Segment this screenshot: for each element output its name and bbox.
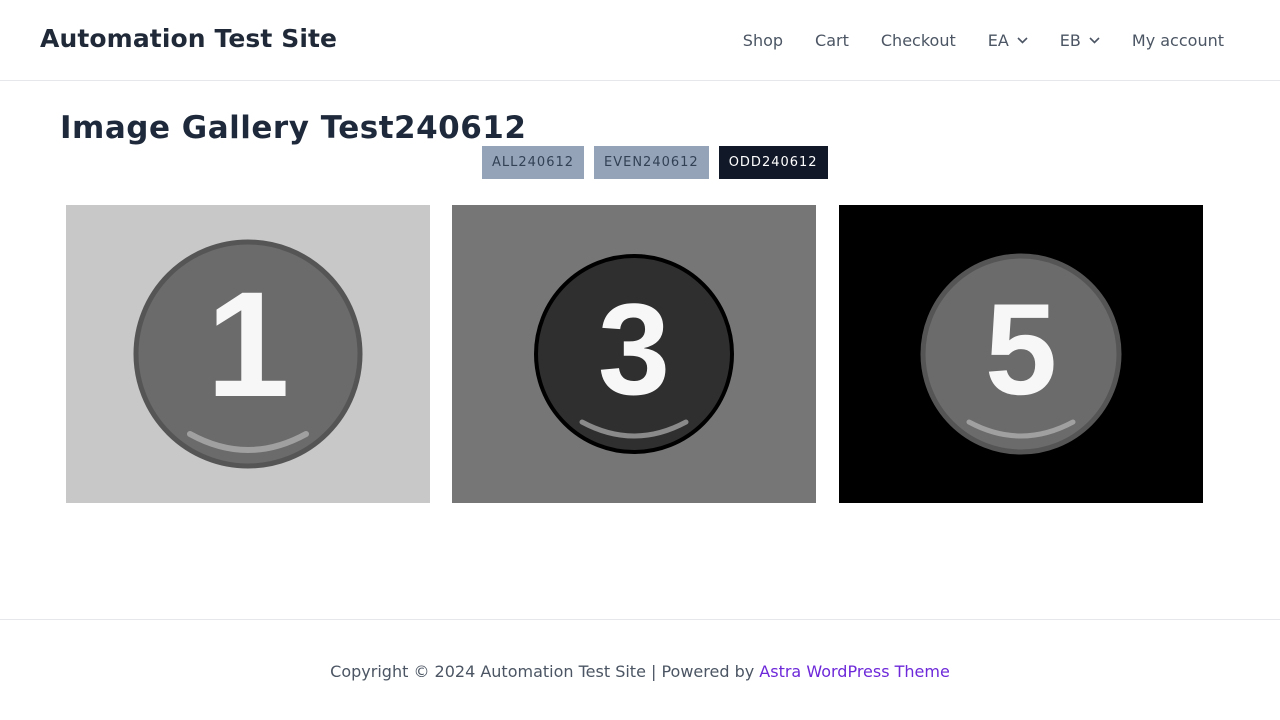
gallery-image-3[interactable]: 3 — [452, 205, 816, 503]
gallery-image-5[interactable]: 5 — [839, 205, 1203, 503]
nav-item-cart[interactable]: Cart — [799, 0, 865, 80]
number-circle-image: 1 — [133, 239, 363, 469]
site-header: Automation Test Site Shop Cart Checkout … — [0, 0, 1280, 81]
copyright-label: Copyright © 2024 Automation Test Site | … — [330, 662, 760, 681]
nav-item-label: EB — [1059, 30, 1081, 50]
nav-item-ea[interactable]: EA — [972, 0, 1044, 80]
chevron-down-icon — [1017, 36, 1028, 44]
astra-theme-link[interactable]: Astra WordPress Theme — [759, 662, 950, 681]
filter-all-button[interactable]: ALL240612 — [482, 146, 585, 179]
nav-item-my-account[interactable]: My account — [1116, 0, 1240, 80]
site-footer: Copyright © 2024 Automation Test Site | … — [0, 619, 1280, 720]
gallery-filters: ALL240612 EVEN240612 ODD240612 — [482, 146, 838, 179]
copyright-text: Copyright © 2024 Automation Test Site | … — [0, 662, 1280, 681]
nav-item-label: My account — [1131, 30, 1224, 50]
chevron-down-icon — [1089, 36, 1100, 44]
gallery-image-1[interactable]: 1 — [66, 205, 430, 503]
nav-item-label: Cart — [815, 30, 849, 50]
nav-item-label: Checkout — [880, 30, 956, 50]
number-circle-image: 3 — [534, 254, 734, 454]
main-navigation: Shop Cart Checkout EA EB My account — [727, 0, 1240, 80]
page-title: Image Gallery Test240612 — [60, 110, 527, 146]
filter-even-button[interactable]: EVEN240612 — [594, 146, 709, 179]
nav-item-checkout[interactable]: Checkout — [865, 0, 972, 80]
gallery-number: 5 — [985, 276, 1057, 422]
gallery-number: 3 — [598, 276, 670, 422]
number-circle-image: 5 — [920, 253, 1122, 455]
nav-item-shop[interactable]: Shop — [727, 0, 799, 80]
filter-odd-button[interactable]: ODD240612 — [718, 146, 828, 179]
nav-item-label: EA — [987, 30, 1009, 50]
nav-item-label: Shop — [742, 30, 784, 50]
nav-item-eb[interactable]: EB — [1044, 0, 1116, 80]
site-title-link[interactable]: Automation Test Site — [40, 24, 337, 53]
gallery-number: 1 — [206, 260, 289, 428]
